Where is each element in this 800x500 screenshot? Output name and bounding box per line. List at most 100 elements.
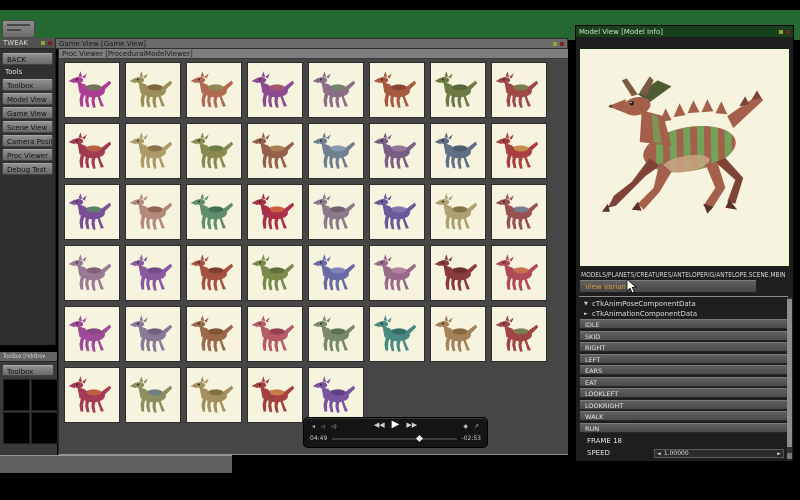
creature-thumbnail[interactable] xyxy=(308,123,364,179)
sidebar-item-toolbox[interactable]: Toolbox xyxy=(2,79,53,91)
creature-thumbnail[interactable] xyxy=(125,367,181,423)
creature-thumbnail[interactable] xyxy=(430,123,486,179)
creature-thumbnail[interactable] xyxy=(64,245,120,301)
toolbox-button[interactable]: Toolbox xyxy=(2,365,54,376)
seek-handle[interactable] xyxy=(416,434,424,442)
play-button[interactable]: ▶ xyxy=(392,419,400,430)
creature-thumbnail[interactable] xyxy=(308,367,364,423)
sidebar-item-game-view[interactable]: Game View xyxy=(2,107,53,119)
creature-thumbnail[interactable] xyxy=(430,62,486,118)
close-icon[interactable] xyxy=(48,41,52,45)
sidebar-item-model-view[interactable]: Model View xyxy=(2,93,53,105)
creature-thumbnail[interactable] xyxy=(247,306,303,362)
creature-thumbnail[interactable] xyxy=(247,367,303,423)
creature-icon xyxy=(250,314,302,356)
seek-bar[interactable] xyxy=(332,434,457,442)
scrollbar-thumb[interactable] xyxy=(787,299,792,447)
close-icon[interactable] xyxy=(786,29,790,34)
creature-thumbnail[interactable] xyxy=(247,123,303,179)
creature-thumbnail[interactable] xyxy=(247,245,303,301)
creature-thumbnail[interactable] xyxy=(247,184,303,240)
creature-thumbnail[interactable] xyxy=(491,245,547,301)
creature-thumbnail[interactable] xyxy=(430,306,486,362)
anim-button-right[interactable]: RIGHT xyxy=(579,342,788,352)
anim-button-run[interactable]: RUN xyxy=(579,422,788,433)
creature-thumbnail[interactable] xyxy=(64,184,120,240)
creature-thumbnail[interactable] xyxy=(125,245,181,301)
scrollbar-cap[interactable] xyxy=(787,453,792,459)
anim-button-eat[interactable]: EAT xyxy=(579,376,788,387)
creature-thumbnail[interactable] xyxy=(430,184,486,240)
creature-thumbnail[interactable] xyxy=(308,306,364,362)
creature-thumbnail[interactable] xyxy=(491,184,547,240)
tree-item-ctkanimposecomponentdata[interactable]: ▼ cTkAnimPoseComponentData xyxy=(584,300,784,309)
creature-thumbnail[interactable] xyxy=(369,123,425,179)
mute-icon[interactable]: ◁ xyxy=(321,424,325,430)
creature-thumbnail[interactable] xyxy=(491,123,547,179)
creature-thumbnail[interactable] xyxy=(308,184,364,240)
anim-button-lookright[interactable]: LOOKRIGHT xyxy=(579,399,788,410)
creature-thumbnail[interactable] xyxy=(125,62,181,118)
sidebar-item-scene-view[interactable]: Scene View xyxy=(2,121,53,133)
anim-button-lookleft[interactable]: LOOKLEFT xyxy=(579,388,788,398)
creature-icon xyxy=(494,131,546,173)
toolbox-slot[interactable] xyxy=(31,412,58,444)
creature-thumbnail[interactable] xyxy=(186,306,242,362)
back-button[interactable]: BACK xyxy=(2,53,53,65)
toolbox-slot[interactable] xyxy=(31,379,58,411)
creature-thumbnail[interactable] xyxy=(186,123,242,179)
creature-thumbnail[interactable] xyxy=(369,245,425,301)
creature-thumbnail[interactable] xyxy=(186,62,242,118)
creature-icon xyxy=(67,314,119,356)
sidebar-item-debug-text[interactable]: Debug Text xyxy=(2,163,53,175)
creature-thumbnail[interactable] xyxy=(369,184,425,240)
anim-button-ears[interactable]: EARS xyxy=(579,365,788,375)
fast-forward-button[interactable]: ▶▶ xyxy=(406,421,417,429)
anim-button-idle[interactable]: IDLE xyxy=(579,319,788,329)
rewind-button[interactable]: ◀◀ xyxy=(374,421,385,429)
toolbox-slot[interactable] xyxy=(3,379,30,411)
tree-item-ctkanimationcomponentdata[interactable]: ► cTkAnimationComponentData xyxy=(584,310,784,319)
sidebar-item-camera-position[interactable]: Camera Position xyxy=(2,135,53,147)
anim-button-skid[interactable]: SKID xyxy=(579,330,788,341)
slider-decrement-icon[interactable]: ◄ xyxy=(657,451,661,457)
minimize-icon[interactable] xyxy=(553,41,557,46)
creature-thumbnail[interactable] xyxy=(125,184,181,240)
creature-thumbnail[interactable] xyxy=(491,62,547,118)
creature-thumbnail[interactable] xyxy=(64,62,120,118)
slider-increment-icon[interactable]: ► xyxy=(777,451,781,457)
anim-button-left[interactable]: LEFT xyxy=(579,353,788,364)
minimize-icon[interactable] xyxy=(41,41,45,45)
volume-diamond-icon[interactable]: ◆ xyxy=(463,423,468,430)
creature-thumbnail[interactable] xyxy=(186,367,242,423)
creature-thumbnail[interactable] xyxy=(125,123,181,179)
volume-icon[interactable]: ◁) xyxy=(331,424,337,430)
speed-slider[interactable]: ◄ 1.00000 ► xyxy=(654,449,784,458)
top-mini-button[interactable] xyxy=(2,20,35,38)
step-back-icon[interactable]: ◂ xyxy=(312,423,315,430)
creature-thumbnail[interactable] xyxy=(64,306,120,362)
view-variants-button[interactable]: View Variants xyxy=(579,280,757,293)
creature-thumbnail[interactable] xyxy=(64,367,120,423)
close-icon[interactable] xyxy=(560,41,564,46)
creature-thumbnail[interactable] xyxy=(369,62,425,118)
export-icon[interactable]: ↗ xyxy=(474,423,479,430)
toolbox-slot[interactable] xyxy=(3,412,30,444)
collapsed-arrow-icon[interactable]: ► xyxy=(584,311,592,317)
scrollbar[interactable] xyxy=(787,297,792,459)
minimize-icon[interactable] xyxy=(779,29,783,34)
expanded-arrow-icon[interactable]: ▼ xyxy=(584,301,592,307)
creature-thumbnail[interactable] xyxy=(125,306,181,362)
anim-button-walk[interactable]: WALK xyxy=(579,411,788,421)
creature-thumbnail[interactable] xyxy=(491,306,547,362)
creature-thumbnail[interactable] xyxy=(308,62,364,118)
creature-thumbnail[interactable] xyxy=(186,245,242,301)
sidebar-item-proc-viewer[interactable]: Proc Viewer xyxy=(2,149,53,161)
creature-thumbnail[interactable] xyxy=(186,184,242,240)
creature-thumbnail[interactable] xyxy=(64,123,120,179)
creature-thumbnail[interactable] xyxy=(369,306,425,362)
creature-icon xyxy=(311,70,363,112)
creature-thumbnail[interactable] xyxy=(247,62,303,118)
creature-thumbnail[interactable] xyxy=(308,245,364,301)
creature-thumbnail[interactable] xyxy=(430,245,486,301)
